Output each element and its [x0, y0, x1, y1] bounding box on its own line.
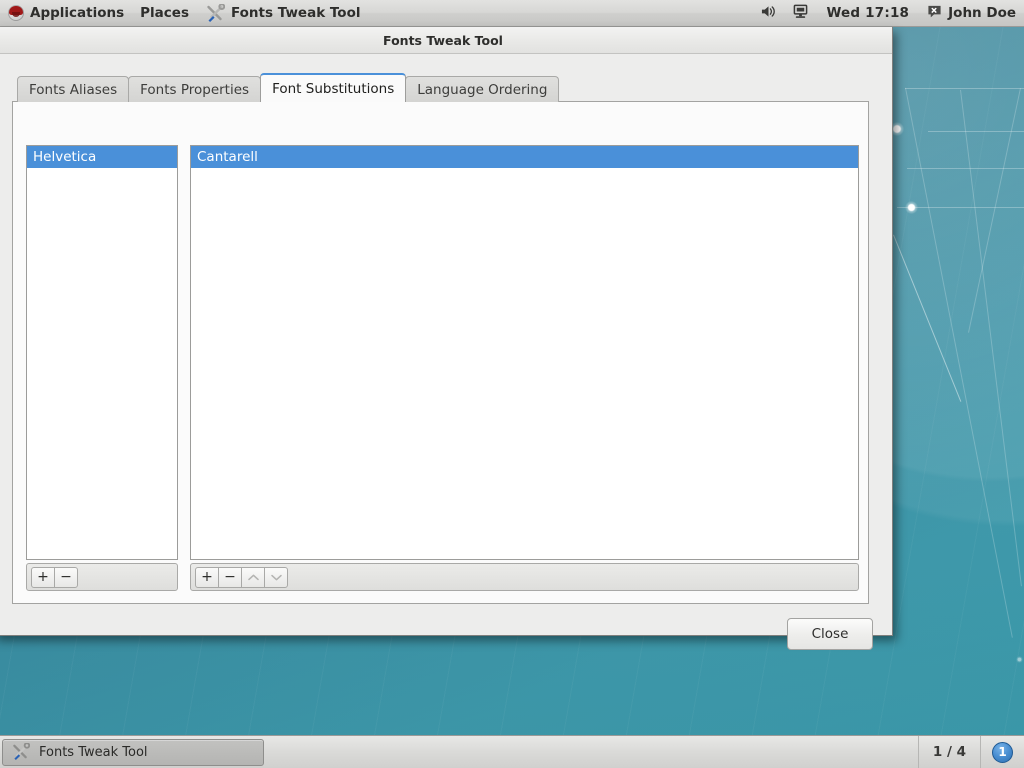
substitutions-panes: Helvetica + − Cantarell + − — [26, 145, 859, 591]
wallpaper-dot-3 — [1016, 656, 1023, 663]
substitute-move-down-button[interactable] — [264, 566, 288, 588]
user-name-label: John Doe — [948, 5, 1016, 21]
applications-menu-label: Applications — [30, 5, 125, 21]
taskbar-window-label: Fonts Tweak Tool — [39, 744, 148, 760]
tab-label: Language Ordering — [417, 81, 548, 98]
source-remove-button[interactable]: − — [54, 566, 78, 588]
dialog-action-area: Close — [787, 618, 873, 650]
user-menu[interactable]: John Doe — [919, 0, 1024, 26]
places-menu[interactable]: Places — [132, 0, 197, 26]
close-button-label: Close — [811, 626, 849, 642]
bottom-panel-right: 1 / 4 1 — [917, 735, 1024, 768]
source-font-list[interactable]: Helvetica — [26, 145, 178, 560]
list-item[interactable]: Cantarell — [191, 146, 858, 168]
active-application-label: Fonts Tweak Tool — [230, 5, 361, 21]
substitute-font-pane: Cantarell + − — [190, 145, 859, 591]
chevron-down-icon — [270, 573, 283, 582]
fonts-tweak-tool-window: Fonts Tweak Tool Fonts Aliases Fonts Pro… — [0, 27, 893, 650]
tools-icon — [11, 742, 31, 761]
plus-icon: + — [37, 569, 49, 585]
source-font-pane: Helvetica + − — [26, 145, 178, 591]
tools-icon — [205, 3, 226, 22]
places-menu-label: Places — [140, 5, 189, 21]
panel-status-area: Wed 17:18 John Doe — [752, 0, 1024, 26]
tab-label: Fonts Properties — [140, 81, 250, 98]
list-item-label: Cantarell — [197, 149, 258, 165]
tab-label: Font Substitutions — [272, 80, 395, 97]
minus-icon: − — [224, 569, 236, 585]
chevron-up-icon — [247, 573, 260, 582]
workspace-count-label: 1 / 4 — [917, 735, 980, 768]
tab-font-substitutions[interactable]: Font Substitutions — [260, 73, 407, 102]
display-icon — [793, 4, 808, 23]
tab-language-ordering[interactable]: Language Ordering — [405, 76, 560, 102]
fedora-logo-icon — [8, 5, 24, 21]
list-item-label: Helvetica — [33, 149, 97, 165]
substitute-remove-button[interactable]: − — [218, 566, 242, 588]
list-item[interactable]: Helvetica — [27, 146, 177, 168]
plus-icon: + — [201, 569, 213, 585]
chat-offline-icon — [927, 4, 942, 23]
clock-applet[interactable]: Wed 17:18 — [816, 0, 919, 26]
applications-menu[interactable]: Applications — [0, 0, 132, 26]
top-panel: Applications Places Fonts Tweak Tool Wed… — [0, 0, 1024, 27]
substitute-font-list[interactable]: Cantarell — [190, 145, 859, 560]
substitute-move-up-button[interactable] — [241, 566, 265, 588]
substitute-add-button[interactable]: + — [195, 566, 219, 588]
close-button[interactable]: Close — [787, 618, 873, 650]
workspace-switcher[interactable]: 1 — [980, 735, 1024, 768]
volume-icon — [760, 4, 777, 23]
window-title: Fonts Tweak Tool — [383, 32, 503, 48]
current-workspace-indicator[interactable]: 1 — [992, 741, 1013, 763]
wallpaper-dot-2 — [905, 201, 918, 214]
workspace-count-text: 1 / 4 — [932, 744, 966, 760]
screen: Applications Places Fonts Tweak Tool Wed… — [0, 0, 1024, 768]
window-titlebar[interactable]: Fonts Tweak Tool — [0, 27, 892, 54]
substitute-font-toolbar: + − — [190, 563, 859, 591]
wallpaper-line-c — [907, 168, 1024, 169]
bottom-panel: Fonts Tweak Tool 1 / 4 1 — [0, 735, 1024, 768]
wallpaper-line-a — [905, 88, 1024, 89]
clock-label: Wed 17:18 — [826, 5, 910, 21]
source-add-button[interactable]: + — [31, 566, 55, 588]
volume-applet[interactable] — [752, 0, 785, 26]
tab-strip: Fonts Aliases Fonts Properties Font Subs… — [17, 73, 560, 102]
display-applet[interactable] — [785, 0, 816, 26]
taskbar-window-button[interactable]: Fonts Tweak Tool — [2, 738, 264, 766]
tab-fonts-properties[interactable]: Fonts Properties — [128, 76, 262, 102]
minus-icon: − — [60, 569, 72, 585]
tab-label: Fonts Aliases — [29, 81, 118, 98]
source-font-toolbar: + − — [26, 563, 178, 591]
active-application-menu[interactable]: Fonts Tweak Tool — [197, 0, 368, 26]
tab-fonts-aliases[interactable]: Fonts Aliases — [17, 76, 130, 102]
